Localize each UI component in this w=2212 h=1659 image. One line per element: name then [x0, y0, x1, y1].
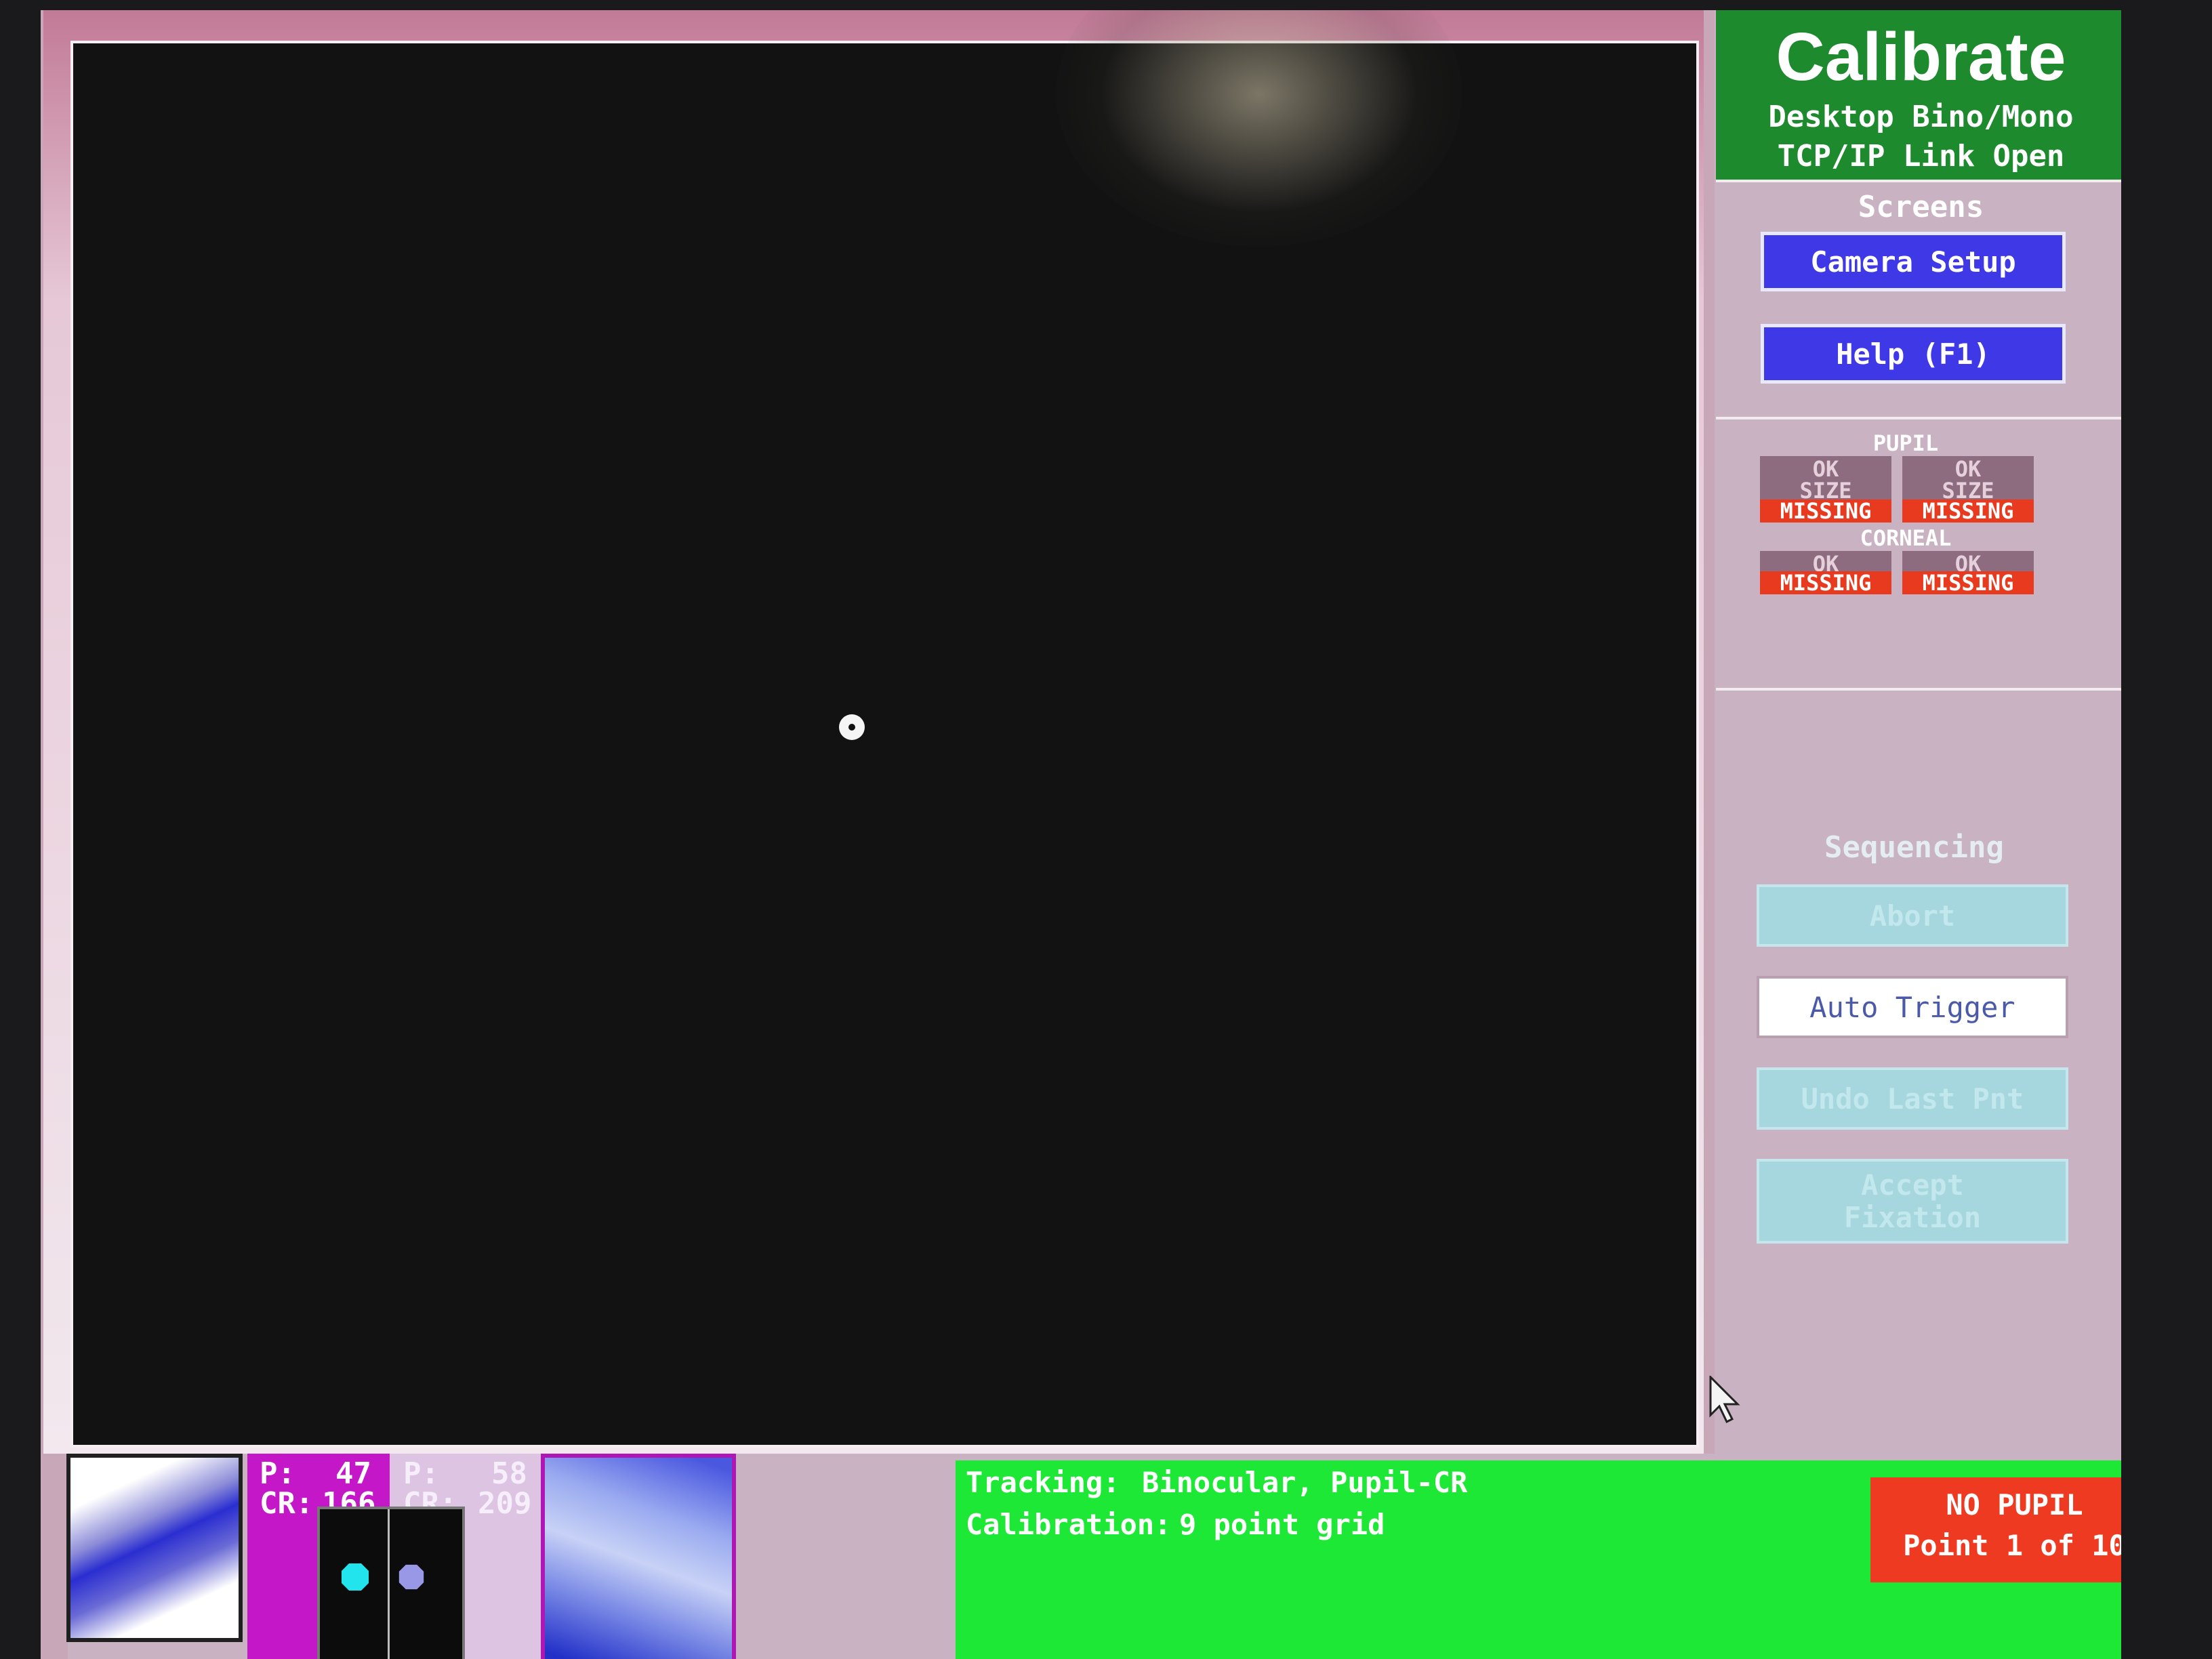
alert-message: NO PUPIL: [1946, 1488, 2083, 1521]
tracking-label: Tracking:: [966, 1466, 1120, 1499]
calibration-target: [839, 714, 865, 740]
calibration-frame: [43, 10, 1704, 1454]
display-screen: Calibrate Desktop Bino/Mono TCP/IP Link …: [41, 10, 2121, 1659]
corneal-label: CORNEAL: [1860, 525, 1952, 551]
screen-glare: [1056, 10, 1462, 247]
left-cr-label: CR:: [260, 1486, 314, 1521]
left-eye-gaze-marker-icon: [342, 1563, 369, 1591]
indicator-divider: [388, 1509, 390, 1659]
left-corneal-status: OK MISSING: [1760, 551, 1891, 594]
camera-setup-button[interactable]: Camera Setup: [1761, 232, 2066, 291]
pupil-label: PUPIL: [1872, 430, 1939, 456]
help-button[interactable]: Help (F1): [1761, 324, 2066, 384]
link-status-text: TCP/IP Link Open: [1777, 139, 2065, 173]
side-panel: [1715, 10, 2121, 1464]
auto-trigger-button[interactable]: Auto Trigger: [1757, 976, 2068, 1038]
divider: [1716, 180, 2121, 182]
left-eye-camera-thumbnail[interactable]: [66, 1454, 243, 1642]
right-eye-camera-thumbnail[interactable]: [541, 1454, 736, 1659]
right-pupil-missing: MISSING: [1902, 499, 2034, 523]
right-cr-value: 209: [478, 1486, 532, 1521]
accept-fixation-button[interactable]: Accept Fixation: [1757, 1159, 2068, 1244]
calibration-canvas: [70, 10, 1699, 1448]
tracker-mode-text: Desktop Bino/Mono: [1768, 100, 2074, 134]
left-corneal-missing: MISSING: [1760, 571, 1891, 594]
sequencing-label: Sequencing: [1824, 830, 2004, 865]
divider: [1716, 688, 2121, 691]
left-pupil-missing: MISSING: [1760, 499, 1891, 523]
header-panel: Calibrate Desktop Bino/Mono TCP/IP Link …: [1716, 10, 2121, 180]
tracking-value: Binocular, Pupil-CR: [1142, 1466, 1468, 1499]
right-pupil-status: OK SIZE MISSING: [1902, 456, 2034, 523]
left-pupil-status: OK SIZE MISSING: [1760, 456, 1891, 523]
page-title: Calibrate: [1776, 19, 2066, 95]
calibration-target-center: [848, 724, 855, 731]
point-counter: Point 1 of 10: [1903, 1529, 2121, 1562]
accept-fixation-label-2: Fixation: [1843, 1200, 1982, 1234]
no-pupil-alert: NO PUPIL Point 1 of 10: [1870, 1477, 2121, 1582]
calibration-value: 9 point grid: [1179, 1508, 1385, 1541]
right-eye-gaze-marker-icon: [398, 1564, 424, 1590]
gaze-position-indicator: [317, 1507, 465, 1659]
right-corneal-status: OK MISSING: [1902, 551, 2034, 594]
eye-status-panel: PUPIL OK SIZE MISSING OK SIZE MISSING CO…: [1716, 422, 2121, 688]
calibration-label: Calibration:: [966, 1508, 1172, 1541]
divider: [1716, 417, 2121, 419]
undo-last-point-button[interactable]: Undo Last Pnt: [1757, 1067, 2068, 1130]
abort-button[interactable]: Abort: [1757, 884, 2068, 947]
screens-label: Screens: [1858, 190, 1984, 224]
mouse-cursor-icon: [1709, 1376, 1740, 1424]
right-corneal-missing: MISSING: [1902, 571, 2034, 594]
accept-fixation-label-1: Accept: [1861, 1168, 1964, 1202]
